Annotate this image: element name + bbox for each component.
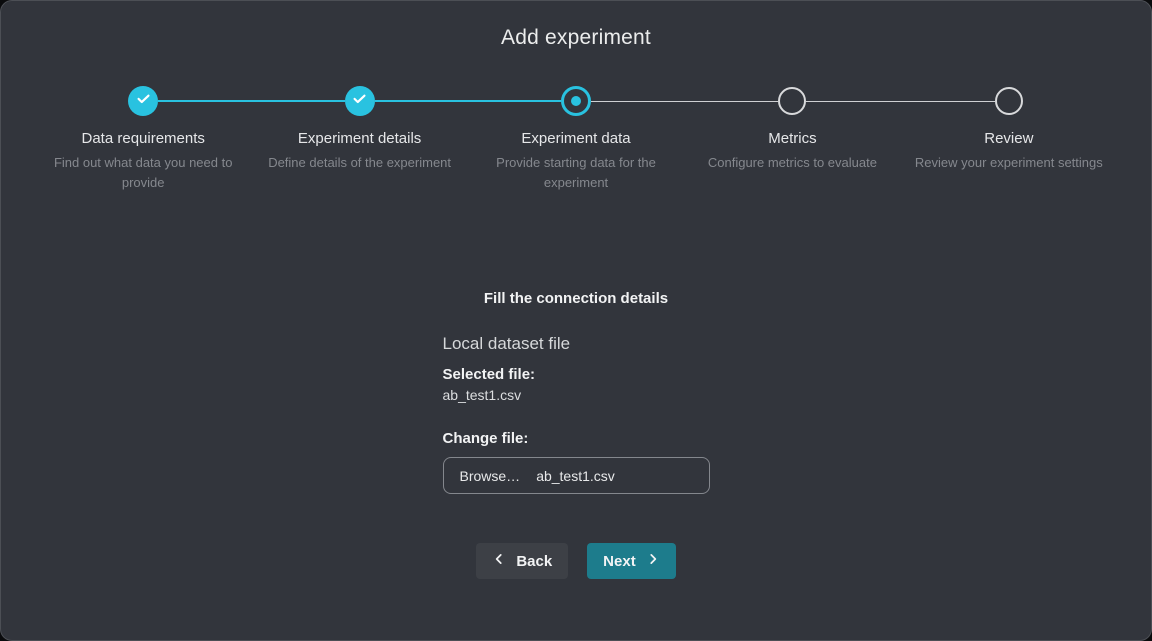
step-metrics[interactable]: Metrics Configure metrics to evaluate [684,85,900,193]
selected-file-value: ab_test1.csv [443,385,710,405]
step-label: Data requirements [82,129,205,148]
wizard-stepper: Data requirements Find out what data you… [1,85,1151,193]
back-button[interactable]: Back [476,543,568,579]
next-button-label: Next [603,553,636,570]
check-icon [351,90,368,112]
step-label: Review [984,129,1033,148]
add-experiment-dialog: Add experiment Data requirements Find ou… [0,0,1152,641]
step-review[interactable]: Review Review your experiment settings [901,85,1117,193]
step-description: Review your experiment settings [915,153,1103,173]
step-track [35,85,251,117]
local-dataset-file-label: Local dataset file [443,333,710,355]
step-description: Configure metrics to evaluate [708,153,877,173]
step-track [251,85,467,117]
step-track [684,85,900,117]
step-upcoming-indicator [995,87,1023,115]
step-label: Metrics [768,129,816,148]
change-file-label: Change file: [443,429,710,449]
step-description: Find out what data you need to provide [43,153,243,193]
file-input-filename: ab_test1.csv [536,468,615,484]
form-heading: Fill the connection details [443,289,710,309]
check-icon [135,90,152,112]
dialog-title: Add experiment [1,23,1151,53]
step-description: Provide starting data for the experiment [476,153,676,193]
selected-file-label: Selected file: [443,365,710,385]
chevron-right-icon [646,552,660,570]
back-button-label: Back [516,553,552,570]
step-track [468,85,684,117]
wizard-actions: Back Next [443,543,710,579]
step-current-indicator [561,86,591,116]
chevron-left-icon [492,552,506,570]
step-completed-indicator [128,86,158,116]
file-upload-input[interactable]: Browse… ab_test1.csv [443,457,710,494]
browse-button[interactable]: Browse… [460,468,521,484]
step-completed-indicator [345,86,375,116]
step-description: Define details of the experiment [268,153,451,173]
step-data-requirements[interactable]: Data requirements Find out what data you… [35,85,251,193]
step-track [901,85,1117,117]
step-upcoming-indicator [778,87,806,115]
experiment-data-form: Fill the connection details Local datase… [443,289,710,579]
step-label: Experiment details [298,129,421,148]
next-button[interactable]: Next [587,543,676,579]
step-experiment-data[interactable]: Experiment data Provide starting data fo… [468,85,684,193]
dot-icon [571,96,581,106]
step-experiment-details[interactable]: Experiment details Define details of the… [251,85,467,193]
step-label: Experiment data [521,129,630,148]
